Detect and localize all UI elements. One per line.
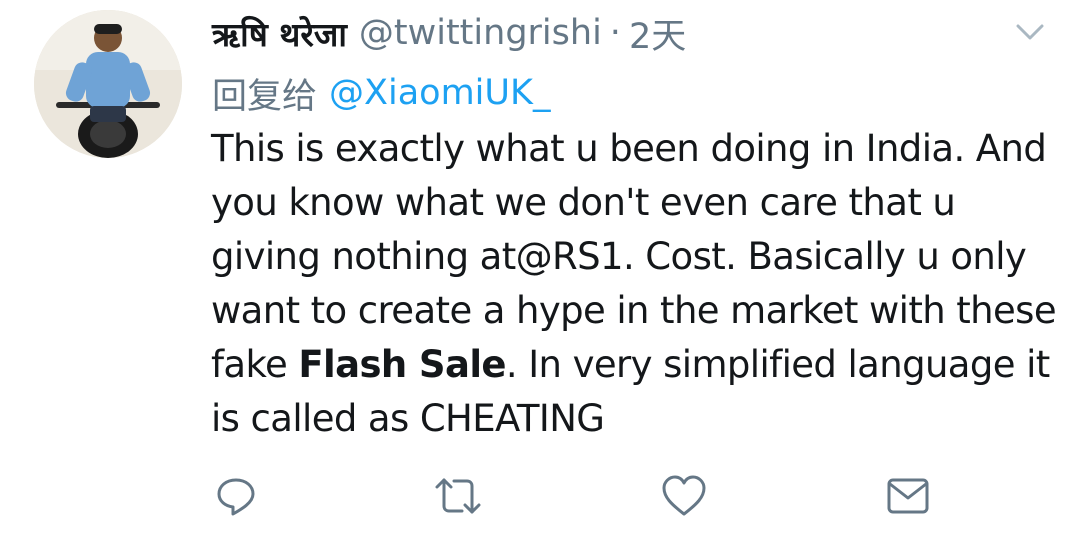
timestamp[interactable]: 2天 — [629, 8, 686, 59]
reply-button[interactable] — [212, 472, 260, 520]
direct-message-button[interactable] — [884, 472, 932, 520]
mail-icon — [887, 478, 929, 514]
chevron-down-icon — [1016, 24, 1044, 40]
display-name[interactable]: ऋषि थरेजा — [212, 11, 347, 56]
reply-context: 回复给 @XiaomiUK_ — [212, 70, 550, 117]
tweet-header: ऋषि थरेजा @twittingrishi · 2天 — [212, 8, 686, 58]
avatar-image — [34, 10, 182, 158]
avatar[interactable] — [34, 10, 182, 158]
separator-dot: · — [609, 13, 621, 53]
tweet-text: This is exactly what u been doing in Ind… — [211, 122, 1061, 446]
tweet-text-bold: Flash Sale — [298, 343, 506, 386]
reply-target-link[interactable]: @XiaomiUK_ — [329, 73, 550, 113]
heart-icon — [662, 475, 706, 516]
reply-label: 回复给 — [212, 76, 318, 117]
retweet-icon — [435, 478, 481, 514]
user-handle[interactable]: @twittingrishi — [359, 13, 602, 53]
tweet-card[interactable]: ऋषि थरेजा @twittingrishi · 2天 回复给 @Xiaom… — [0, 0, 1080, 534]
more-options-button[interactable] — [1012, 14, 1048, 50]
like-button[interactable] — [660, 472, 708, 520]
tweet-actions — [0, 472, 1080, 522]
reply-icon — [217, 478, 255, 516]
retweet-button[interactable] — [434, 472, 482, 520]
